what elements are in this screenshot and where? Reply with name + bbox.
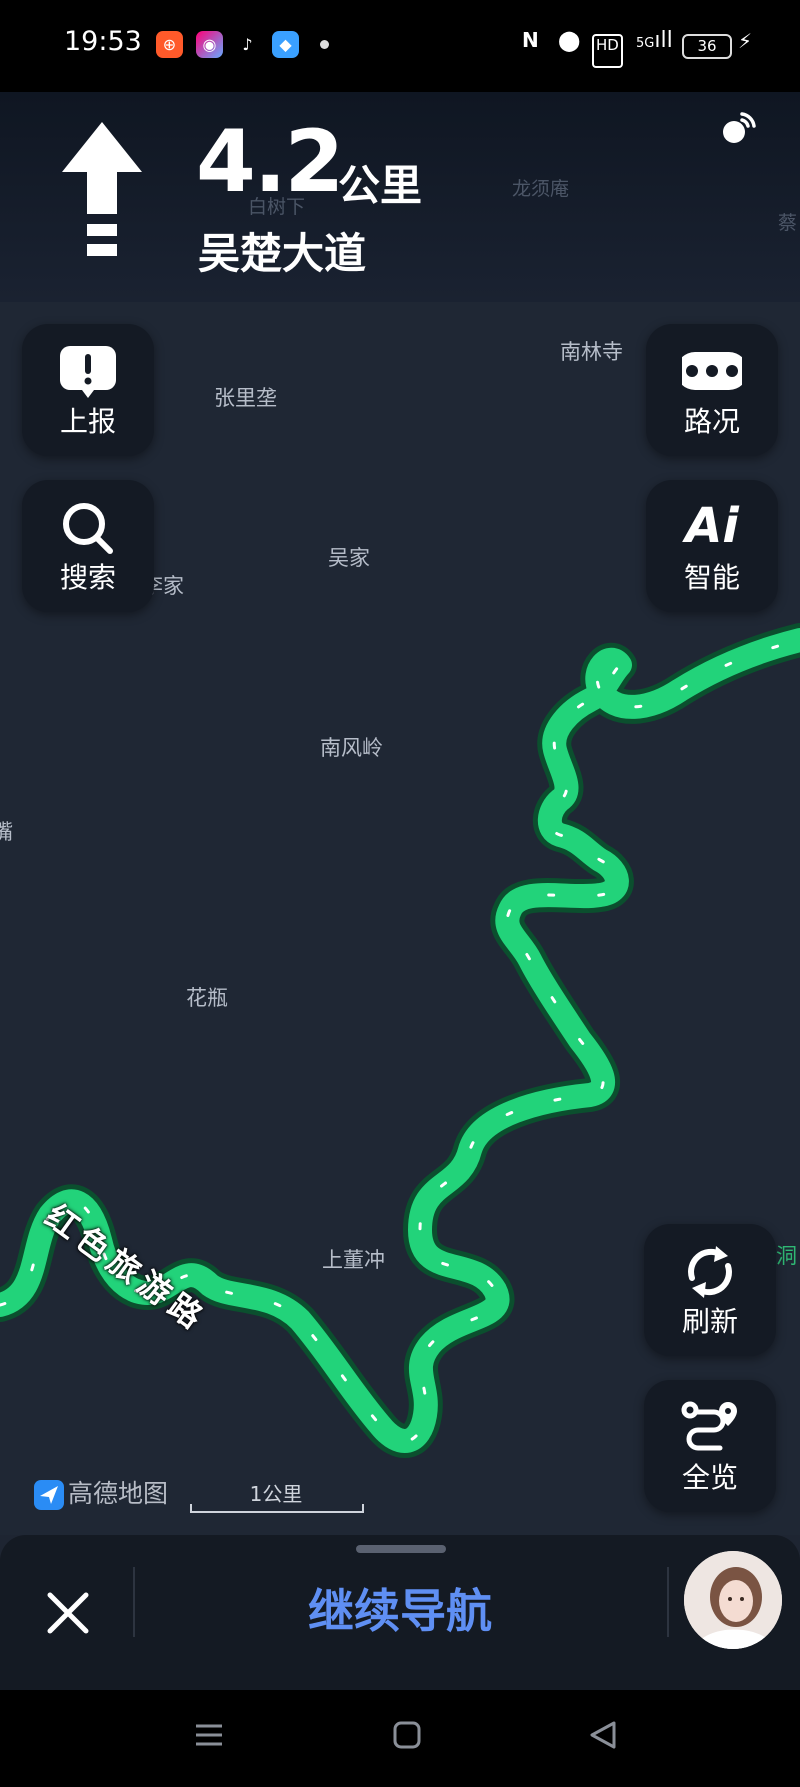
report-label: 上报 [59, 405, 116, 438]
system-navigation-bar [0, 1690, 800, 1787]
map-label: 龙须庵 [512, 178, 570, 200]
notification-dot [320, 40, 329, 49]
bluebird-icon: ◆ [272, 31, 299, 58]
nfc-icon: N [522, 28, 539, 52]
search-icon [63, 503, 113, 554]
battery-indicator: 36 [682, 34, 732, 59]
close-icon[interactable] [36, 1581, 100, 1645]
location-icon: ⬤ [558, 28, 581, 52]
signal-icon: 5Gıll [636, 28, 673, 53]
traffic-button[interactable]: 路况 [646, 324, 778, 456]
scale-label: 1公里 [249, 1482, 303, 1506]
traffic-label: 路况 [683, 405, 740, 438]
scale-bar [190, 1504, 364, 1513]
place-label: 上董冲 [322, 1248, 385, 1272]
amap-logo-icon [34, 1480, 64, 1510]
place-label: 洞 [776, 1244, 797, 1268]
refresh-button[interactable]: 刷新 [644, 1224, 776, 1356]
charging-icon: ⚡ [738, 29, 753, 53]
status-time: 19:53 [64, 26, 142, 57]
avatar[interactable] [684, 1551, 782, 1649]
place-label: 花瓶 [186, 986, 228, 1010]
hd-icon: HD [592, 34, 623, 68]
amap-logo: 高德地图 [34, 1474, 168, 1510]
search-label: 搜索 [59, 561, 116, 594]
report-button[interactable]: 上报 [22, 324, 154, 456]
status-bar: 19:53 ⊕ ◉ ♪ ◆ N ⬤ HD 5Gıll 36 ⚡ [0, 0, 800, 92]
route-overview-icon [681, 1401, 737, 1451]
refresh-label: 刷新 [681, 1305, 738, 1338]
brand-name: 高德地图 [68, 1479, 169, 1508]
home-icon[interactable] [392, 1720, 422, 1750]
straight-arrow-icon [62, 122, 142, 256]
map-view[interactable]: 张里垄 南林寺 吴家 李家 南风岭 花瓶 上董冲 洞 嘴 红色旅游路 上报 搜索… [0, 302, 800, 1535]
drag-handle[interactable] [356, 1545, 446, 1553]
refresh-icon [688, 1246, 732, 1298]
traffic-dots-icon [682, 352, 742, 390]
ai-icon: Ai [685, 498, 739, 554]
alert-bubble-icon [60, 346, 116, 398]
divider [133, 1567, 135, 1637]
distance-unit: 公里 [338, 161, 423, 210]
navigation-header: 4.2 公里 吴楚大道 白树下 龙须庵 蔡 [0, 92, 800, 302]
tiktok-icon: ♪ [234, 31, 261, 58]
gallery-icon: ◉ [196, 31, 223, 58]
place-label: 南风岭 [320, 736, 383, 760]
avatar-image [684, 1551, 782, 1649]
divider [667, 1567, 669, 1637]
voice-broadcast-button[interactable] [720, 106, 760, 146]
continue-navigation-button[interactable]: 继续导航 [200, 1575, 600, 1641]
map-label: 白树下 [248, 196, 306, 218]
map-label: 蔡 [778, 212, 798, 234]
overview-button[interactable]: 全览 [644, 1380, 776, 1512]
overview-label: 全览 [681, 1461, 738, 1494]
back-icon[interactable] [588, 1720, 618, 1750]
place-label: 南林寺 [560, 340, 623, 364]
ai-button[interactable]: Ai 智能 [646, 480, 778, 612]
kuaishou-icon: ⊕ [156, 31, 183, 58]
place-label: 嘴 [0, 820, 13, 844]
place-label: 吴家 [328, 546, 370, 570]
ai-label: 智能 [683, 561, 740, 594]
place-label: 张里垄 [214, 386, 277, 410]
menu-icon[interactable] [194, 1720, 224, 1750]
search-button[interactable]: 搜索 [22, 480, 154, 612]
next-road-name: 吴楚大道 [198, 229, 367, 278]
bottom-panel: 继续导航 [0, 1535, 800, 1690]
